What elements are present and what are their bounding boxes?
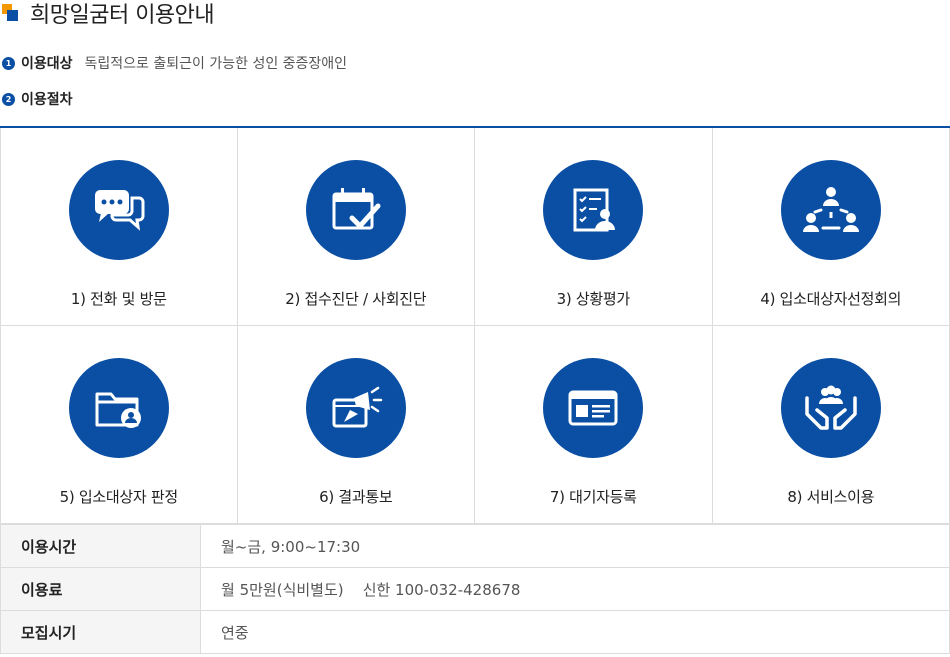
table-header-cell: 모집시기	[0, 610, 201, 654]
step-5: 5) 입소대상자 판정	[0, 326, 238, 524]
info-table: 이용시간 월~금, 9:00~17:30 이용료 월 5만원(식비별도) 신한 …	[0, 524, 950, 654]
chat-bubbles-icon	[68, 160, 169, 260]
step-7: 7) 대기자등록	[475, 326, 713, 524]
step-label: 7) 대기자등록	[549, 488, 637, 506]
page-header: 희망일굼터 이용안내	[0, 0, 215, 32]
info-label: 이용절차	[21, 92, 73, 108]
step-2: 2) 접수진단 / 사회진단	[237, 128, 475, 326]
checklist-person-icon	[543, 160, 644, 260]
page-title: 희망일굼터 이용안내	[30, 3, 215, 28]
step-3: 3) 상황평가	[475, 128, 713, 326]
info-desc: 독립적으로 출퇴근이 가능한 성인 중증장애인	[84, 56, 348, 72]
number-badge: 1	[2, 56, 15, 70]
table-value-cell: 연중	[200, 610, 950, 654]
step-4: 4) 입소대상자선정회의	[712, 128, 950, 326]
table-row: 이용료 월 5만원(식비별도) 신한 100-032-428678	[0, 567, 950, 611]
step-label: 3) 상황평가	[556, 290, 631, 308]
folder-user-icon	[68, 358, 169, 458]
step-label: 1) 전화 및 방문	[70, 290, 167, 308]
step-8: 8) 서비스이용	[712, 326, 950, 524]
meeting-people-icon	[780, 160, 881, 260]
step-label: 4) 입소대상자선정회의	[760, 290, 902, 308]
table-value-cell: 월 5만원(식비별도) 신한 100-032-428678	[200, 567, 950, 611]
info-target: 1 이용대상 독립적으로 출퇴근이 가능한 성인 중증장애인	[2, 53, 347, 73]
step-6: 6) 결과통보	[237, 326, 475, 524]
table-row: 모집시기 연중	[0, 610, 950, 654]
table-row: 이용시간 월~금, 9:00~17:30	[0, 524, 950, 568]
table-header-cell: 이용료	[0, 567, 201, 611]
info-procedure: 2 이용절차	[2, 89, 73, 109]
procedure-steps: 1) 전화 및 방문 2) 접수진단 / 사회진단 3) 상황평가 4) 입소대…	[0, 126, 950, 524]
table-header-cell: 이용시간	[0, 524, 201, 568]
title-bullet-icon	[2, 4, 22, 24]
step-label: 8) 서비스이용	[787, 488, 875, 506]
megaphone-icon	[305, 358, 406, 458]
step-label: 5) 입소대상자 판정	[59, 488, 179, 506]
step-label: 2) 접수진단 / 사회진단	[285, 290, 427, 308]
id-card-icon	[543, 358, 644, 458]
hands-people-icon	[780, 358, 881, 458]
number-badge: 2	[2, 92, 15, 106]
step-1: 1) 전화 및 방문	[0, 128, 238, 326]
info-label: 이용대상	[21, 56, 73, 72]
table-value-cell: 월~금, 9:00~17:30	[200, 524, 950, 568]
calendar-check-icon	[305, 160, 406, 260]
step-label: 6) 결과통보	[319, 488, 393, 506]
